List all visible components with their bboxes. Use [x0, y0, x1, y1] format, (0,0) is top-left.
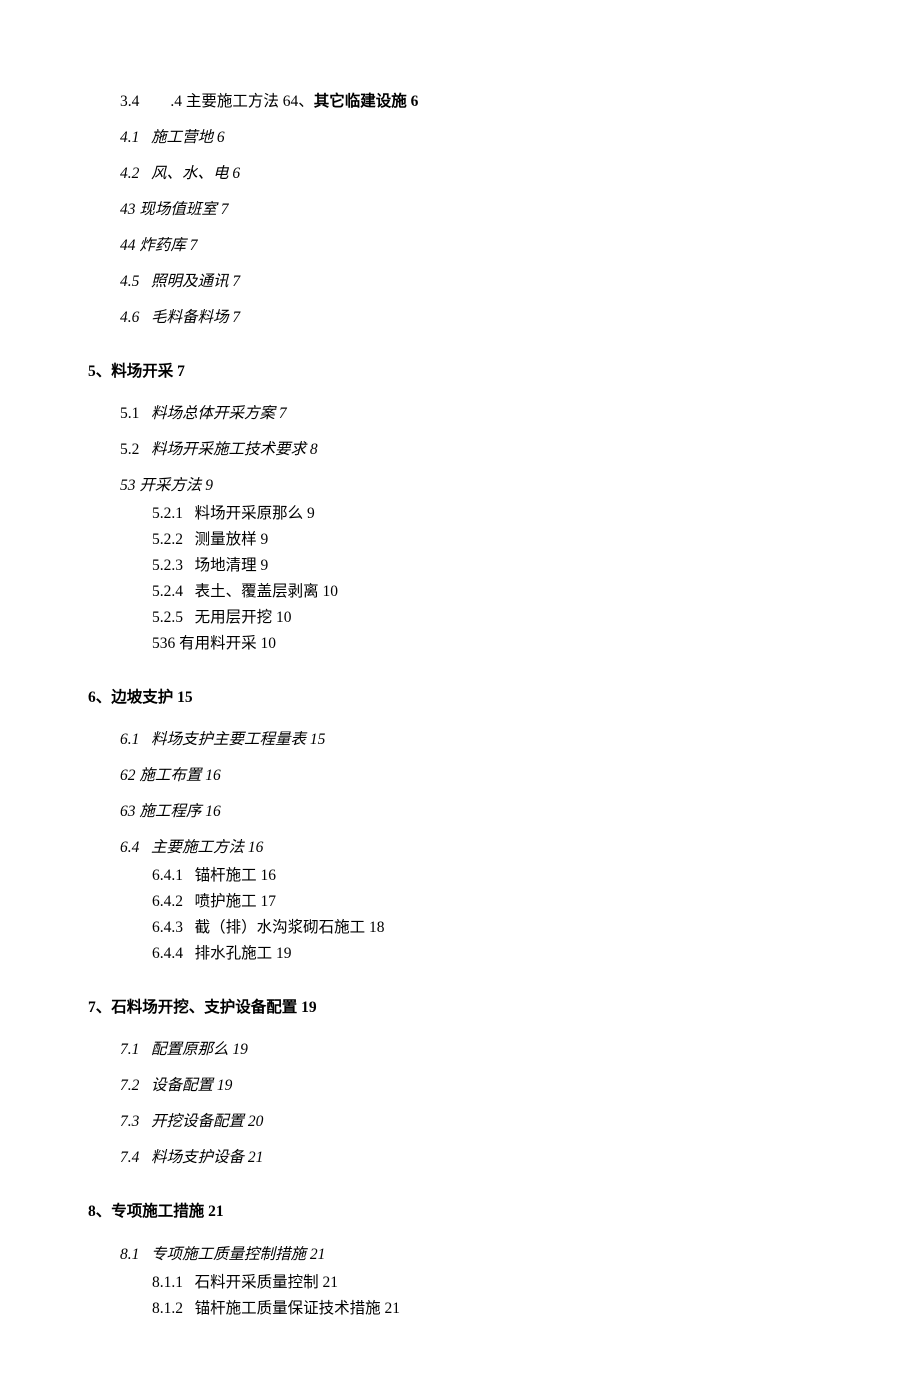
toc-num: 4.2	[120, 165, 139, 182]
toc-7-4: 7.4 料场支护设备 21	[88, 1146, 848, 1170]
toc-5-2-1: 5.2.1 料场开采原那么 9	[88, 502, 848, 526]
toc-text: 6、边坡支护 15	[88, 689, 193, 706]
toc-text: 锚杆施工 16	[195, 867, 276, 884]
toc-section-8: 8、专项施工措施 21	[88, 1200, 848, 1224]
toc-text: 料场总体开采方案 7	[151, 405, 287, 422]
toc-section-5: 5、料场开采 7	[88, 360, 848, 384]
toc-text: 料场开采施工技术要求 8	[151, 441, 318, 458]
toc-text: 536 有用料开采 10	[152, 635, 276, 652]
toc-text: 料场支护主要工程量表 15	[151, 731, 325, 748]
toc-text: 专项施工质量控制措施 21	[151, 1246, 325, 1263]
toc-text: 料场开采原那么 9	[195, 505, 315, 522]
toc-text: 风、水、电 6	[151, 165, 240, 182]
toc-text: 锚杆施工质量保证技术措施 21	[195, 1300, 400, 1317]
toc-8-1-2: 8.1.2 锚杆施工质量保证技术措施 21	[88, 1297, 848, 1321]
toc-8-1: 8.1 专项施工质量控制措施 21	[88, 1243, 848, 1267]
toc-text: 毛料备料场 7	[151, 309, 240, 326]
toc-4-1: 4.1 施工营地 6	[88, 126, 848, 150]
toc-5-2-2: 5.2.2 测量放样 9	[88, 528, 848, 552]
toc-section-6: 6、边坡支护 15	[88, 686, 848, 710]
toc-text: 主要施工方法 16	[151, 839, 263, 856]
toc-7-2: 7.2 设备配置 19	[88, 1074, 848, 1098]
toc-5-2-5: 5.2.5 无用层开挖 10	[88, 606, 848, 630]
toc-num: 5.1	[120, 405, 139, 422]
toc-num: 8.1	[120, 1246, 139, 1263]
toc-num: 6.4	[120, 839, 139, 856]
toc-text: 测量放样 9	[195, 531, 269, 548]
toc-num: 6.4.3	[152, 919, 183, 936]
toc-text: 设备配置 19	[151, 1077, 232, 1094]
toc-num: 4.6	[120, 309, 139, 326]
toc-6-2: 62 施工布置 16	[88, 764, 848, 788]
toc-5-2: 5.2 料场开采施工技术要求 8	[88, 438, 848, 462]
toc-num: 5.2.2	[152, 531, 183, 548]
toc-text: 场地清理 9	[195, 557, 269, 574]
toc-text: 44 炸药库 7	[120, 237, 198, 254]
toc-text: 43 现场值班室 7	[120, 201, 229, 218]
toc-num: 6.1	[120, 731, 139, 748]
toc-8-1-1: 8.1.1 石料开采质量控制 21	[88, 1271, 848, 1295]
toc-6-3: 63 施工程序 16	[88, 800, 848, 824]
toc-4-4: 44 炸药库 7	[88, 234, 848, 258]
toc-num: 5.2.5	[152, 609, 183, 626]
toc-6-4-2: 6.4.2 喷护施工 17	[88, 890, 848, 914]
toc-4-2: 4.2 风、水、电 6	[88, 162, 848, 186]
toc-text: 63 施工程序 16	[120, 803, 221, 820]
toc-5-1: 5.1 料场总体开采方案 7	[88, 402, 848, 426]
toc-text: 配置原那么 19	[151, 1041, 248, 1058]
toc-num: 5.2.4	[152, 583, 183, 600]
toc-num: 6.4.2	[152, 893, 183, 910]
toc-num: 4.5	[120, 273, 139, 290]
toc-text: 53 开采方法 9	[120, 477, 213, 494]
toc-head-3-4: 3.4 .4 主要施工方法 64、其它临建设施 6	[88, 90, 848, 114]
toc-text: 石料开采质量控制 21	[195, 1274, 338, 1291]
toc-6-4-3: 6.4.3 截（排）水沟浆砌石施工 18	[88, 916, 848, 940]
toc-4-3: 43 现场值班室 7	[88, 198, 848, 222]
toc-text: 7、石料场开挖、支护设备配置 19	[88, 999, 317, 1016]
toc-text: 62 施工布置 16	[120, 767, 221, 784]
toc-7-1: 7.1 配置原那么 19	[88, 1038, 848, 1062]
toc-7-3: 7.3 开挖设备配置 20	[88, 1110, 848, 1134]
toc-5-3-6: 536 有用料开采 10	[88, 632, 848, 656]
toc-text: 5、料场开采 7	[88, 363, 185, 380]
toc-4-5: 4.5 照明及通讯 7	[88, 270, 848, 294]
toc-text: 料场支护设备 21	[151, 1149, 263, 1166]
toc-num: 5.2	[120, 441, 139, 458]
toc-num: 5.2.3	[152, 557, 183, 574]
toc-text: 施工营地 6	[151, 129, 225, 146]
toc-6-4-1: 6.4.1 锚杆施工 16	[88, 864, 848, 888]
toc-text: 喷护施工 17	[195, 893, 276, 910]
toc-5-2-4: 5.2.4 表土、覆盖层剥离 10	[88, 580, 848, 604]
toc-text: .4 主要施工方法 64、	[170, 93, 313, 110]
toc-text: 无用层开挖 10	[195, 609, 292, 626]
toc-num: 8.1.1	[152, 1274, 183, 1291]
toc-num: 7.3	[120, 1113, 139, 1130]
toc-num: 7.2	[120, 1077, 139, 1094]
toc-6-4: 6.4 主要施工方法 16	[88, 836, 848, 860]
toc-num: 5.2.1	[152, 505, 183, 522]
toc-4-6: 4.6 毛料备料场 7	[88, 306, 848, 330]
toc: 3.4 .4 主要施工方法 64、其它临建设施 6 4.1 施工营地 6 4.2…	[88, 90, 848, 1321]
toc-text: 截（排）水沟浆砌石施工 18	[195, 919, 385, 936]
toc-num: 3.4	[120, 93, 139, 110]
toc-num: 7.4	[120, 1149, 139, 1166]
toc-num: 8.1.2	[152, 1300, 183, 1317]
toc-tail: 其它临建设施 6	[314, 93, 419, 110]
toc-6-1: 6.1 料场支护主要工程量表 15	[88, 728, 848, 752]
toc-text: 表土、覆盖层剥离 10	[195, 583, 338, 600]
toc-5-2-3: 5.2.3 场地清理 9	[88, 554, 848, 578]
toc-text: 开挖设备配置 20	[151, 1113, 263, 1130]
toc-num: 6.4.1	[152, 867, 183, 884]
toc-text: 排水孔施工 19	[195, 945, 292, 962]
toc-section-7: 7、石料场开挖、支护设备配置 19	[88, 996, 848, 1020]
toc-num: 6.4.4	[152, 945, 183, 962]
toc-num: 7.1	[120, 1041, 139, 1058]
toc-text: 照明及通讯 7	[151, 273, 240, 290]
toc-text: 8、专项施工措施 21	[88, 1203, 224, 1220]
toc-5-3: 53 开采方法 9	[88, 474, 848, 498]
toc-6-4-4: 6.4.4 排水孔施工 19	[88, 942, 848, 966]
toc-num: 4.1	[120, 129, 139, 146]
